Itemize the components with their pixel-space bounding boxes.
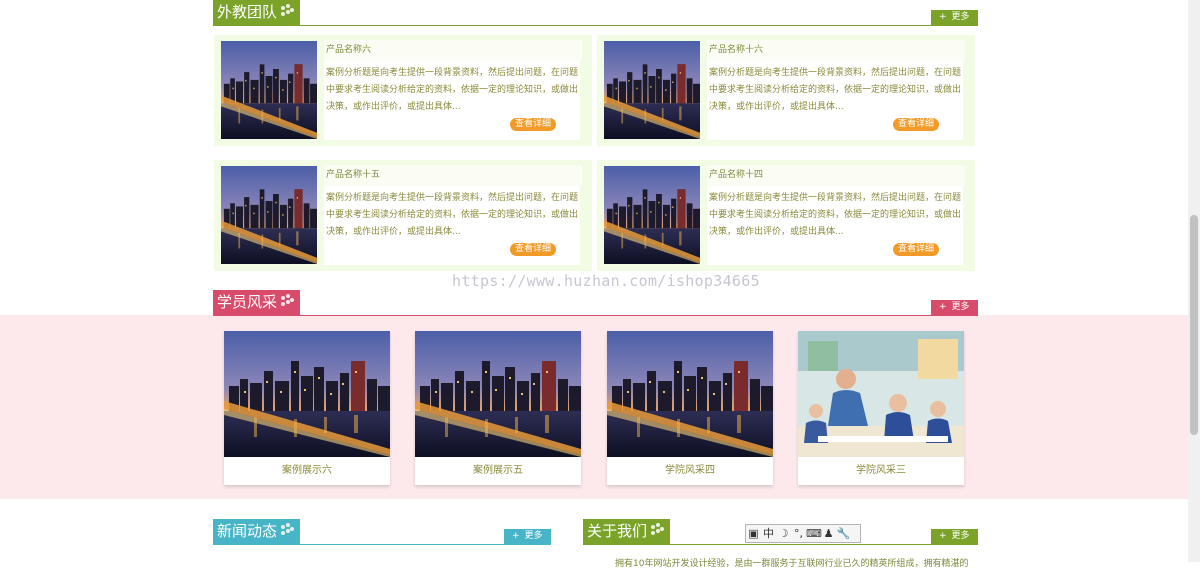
dots-icon [281, 294, 295, 308]
student-photo[interactable] [415, 331, 581, 457]
teacher-card[interactable]: 产品名称六 案例分析题是向考生提供一段背景资料，然后提出问题，在问题中要求考生阅… [214, 35, 592, 146]
students-more-button[interactable]: + 更多 [931, 300, 978, 315]
student-caption[interactable]: 案例展示六 [224, 457, 390, 485]
students-title-text: 学员风采 [217, 293, 278, 311]
ime-user-icon[interactable]: ♟ [821, 525, 836, 542]
news-title-text: 新闻动态 [217, 522, 278, 540]
about-section-title: 关于我们 [583, 519, 670, 544]
teacher-desc: 案例分析题是向考生提供一段背景资料，然后提出问题，在问题中要求考生阅读分析给定的… [709, 68, 962, 112]
ime-punctuation-icon[interactable]: °, [791, 525, 806, 542]
students-divider [213, 315, 978, 316]
ime-toolbar[interactable]: ▣ 中 ☽ °, ⌨ ♟ 🔧 [745, 524, 861, 543]
ime-keyboard-icon[interactable]: ⌨ [806, 525, 822, 542]
news-section-title: 新闻动态 [213, 519, 300, 544]
student-caption[interactable]: 学院风采四 [607, 457, 773, 485]
student-card[interactable]: 学院风采四 [607, 331, 773, 485]
teacher-name[interactable]: 产品名称十六 [707, 40, 965, 61]
teacher-card[interactable]: 产品名称十六 案例分析题是向考生提供一段背景资料，然后提出问题，在问题中要求考生… [597, 35, 975, 146]
students-more-label: 更多 [951, 302, 970, 312]
about-divider [583, 544, 978, 545]
student-caption[interactable]: 案例展示五 [415, 457, 581, 485]
teacher-desc: 案例分析题是向考生提供一段背景资料，然后提出问题，在问题中要求考生阅读分析给定的… [326, 68, 579, 112]
plus-icon: + [939, 302, 947, 312]
dots-icon [281, 4, 295, 18]
view-detail-button[interactable]: 查看详细 [892, 243, 939, 256]
plus-icon: + [939, 531, 947, 541]
student-card[interactable]: 学院风采三 [798, 331, 964, 485]
teachers-section-title: 外教团队 [213, 0, 300, 25]
teacher-info: 产品名称十五 案例分析题是向考生提供一段背景资料，然后提出问题，在问题中要求考生… [324, 165, 582, 265]
watermark-text: https://www.huzhan.com/ishop34665 [452, 272, 760, 290]
plus-icon: + [939, 12, 947, 22]
plus-icon: + [512, 531, 520, 541]
student-photo[interactable] [224, 331, 390, 457]
student-card[interactable]: 案例展示五 [415, 331, 581, 485]
news-divider [213, 544, 551, 545]
teacher-desc: 案例分析题是向考生提供一段背景资料，然后提出问题，在问题中要求考生阅读分析给定的… [326, 193, 579, 237]
dots-icon [651, 523, 665, 537]
view-detail-button[interactable]: 查看详细 [509, 243, 556, 256]
teacher-name[interactable]: 产品名称十五 [324, 165, 582, 186]
view-detail-button[interactable]: 查看详细 [509, 118, 556, 131]
students-section-title: 学员风采 [213, 290, 300, 315]
ime-moon-icon[interactable]: ☽ [776, 525, 791, 542]
teacher-name[interactable]: 产品名称十四 [707, 165, 965, 186]
teachers-title-text: 外教团队 [217, 3, 278, 21]
teacher-info: 产品名称六 案例分析题是向考生提供一段背景资料，然后提出问题，在问题中要求考生阅… [324, 40, 582, 140]
teacher-photo[interactable] [604, 166, 700, 264]
about-text: 拥有10年网站开发设计经验，是由一群服务于互联网行业已久的精英所组成，拥有精湛的 [615, 559, 969, 569]
view-detail-button[interactable]: 查看详细 [892, 118, 939, 131]
scrollbar-thumb[interactable] [1190, 215, 1198, 435]
teachers-more-label: 更多 [951, 12, 970, 22]
teacher-desc: 案例分析题是向考生提供一段背景资料，然后提出问题，在问题中要求考生阅读分析给定的… [709, 193, 962, 237]
teachers-divider [213, 25, 978, 26]
teacher-photo[interactable] [221, 41, 317, 139]
ime-settings-icon[interactable]: 🔧 [836, 525, 851, 542]
student-caption[interactable]: 学院风采三 [798, 457, 964, 485]
about-more-label: 更多 [951, 531, 970, 541]
ime-chinese-button[interactable]: 中 [761, 525, 776, 542]
about-title-text: 关于我们 [587, 522, 648, 540]
news-more-label: 更多 [524, 531, 543, 541]
page-scrollbar[interactable] [1188, 0, 1200, 562]
teacher-photo[interactable] [604, 41, 700, 139]
teacher-info: 产品名称十四 案例分析题是向考生提供一段背景资料，然后提出问题，在问题中要求考生… [707, 165, 965, 265]
students-band [0, 315, 1188, 499]
student-photo[interactable] [798, 331, 964, 457]
student-photo[interactable] [607, 331, 773, 457]
ime-logo-icon[interactable]: ▣ [746, 525, 761, 542]
teacher-name[interactable]: 产品名称六 [324, 40, 582, 61]
student-card[interactable]: 案例展示六 [224, 331, 390, 485]
dots-icon [281, 523, 295, 537]
news-more-button[interactable]: + 更多 [504, 529, 551, 544]
teacher-photo[interactable] [221, 166, 317, 264]
about-more-button[interactable]: + 更多 [931, 529, 978, 544]
teacher-card[interactable]: 产品名称十五 案例分析题是向考生提供一段背景资料，然后提出问题，在问题中要求考生… [214, 160, 592, 271]
teacher-card[interactable]: 产品名称十四 案例分析题是向考生提供一段背景资料，然后提出问题，在问题中要求考生… [597, 160, 975, 271]
teacher-info: 产品名称十六 案例分析题是向考生提供一段背景资料，然后提出问题，在问题中要求考生… [707, 40, 965, 140]
teachers-more-button[interactable]: + 更多 [931, 10, 978, 25]
